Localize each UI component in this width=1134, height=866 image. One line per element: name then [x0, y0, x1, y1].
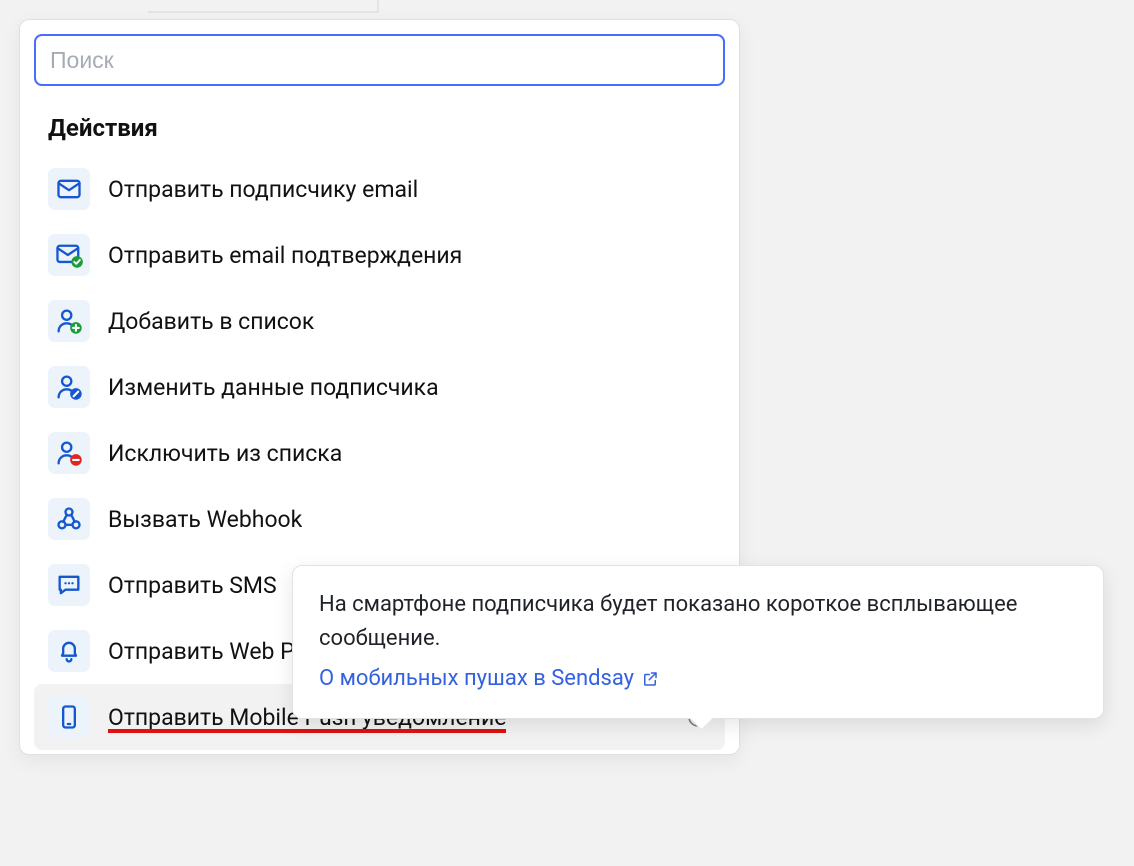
user-minus-icon — [48, 432, 90, 474]
webhook-icon — [48, 498, 90, 540]
connector-line — [148, 11, 379, 13]
bell-icon — [48, 630, 90, 672]
smartphone-icon — [48, 696, 90, 738]
action-label: Отправить SMS — [108, 572, 277, 599]
tooltip-link-mobile-push-docs[interactable]: О мобильных пушах в Sendsay — [319, 662, 659, 696]
action-send-confirmation-email[interactable]: Отправить email подтверждения — [34, 222, 725, 288]
action-label: Вызвать Webhook — [108, 506, 302, 533]
action-label: Исключить из списка — [108, 440, 342, 467]
action-remove-from-list[interactable]: Исключить из списка — [34, 420, 725, 486]
search-wrap — [34, 34, 725, 104]
action-edit-subscriber-data[interactable]: Изменить данные подписчика — [34, 354, 725, 420]
mobile-push-tooltip: На смартфоне подписчика будет показано к… — [292, 565, 1104, 719]
action-label: Изменить данные подписчика — [108, 374, 439, 401]
tooltip-text: На смартфоне подписчика будет показано к… — [319, 588, 1077, 656]
action-label: Добавить в список — [108, 308, 314, 335]
action-call-webhook[interactable]: Вызвать Webhook — [34, 486, 725, 552]
search-input[interactable] — [34, 34, 725, 86]
action-add-to-list[interactable]: Добавить в список — [34, 288, 725, 354]
section-title-actions: Действия — [34, 104, 725, 156]
action-send-email[interactable]: Отправить подписчику email — [34, 156, 725, 222]
tooltip-link-text: О мобильных пушах в Sendsay — [319, 662, 634, 696]
mail-check-icon — [48, 234, 90, 276]
mail-icon — [48, 168, 90, 210]
action-label: Отправить подписчику email — [108, 176, 418, 203]
action-label: Отправить email подтверждения — [108, 242, 462, 269]
highlight-underline — [108, 729, 506, 733]
user-edit-icon — [48, 366, 90, 408]
sms-icon — [48, 564, 90, 606]
external-link-icon — [641, 670, 659, 688]
user-plus-icon — [48, 300, 90, 342]
